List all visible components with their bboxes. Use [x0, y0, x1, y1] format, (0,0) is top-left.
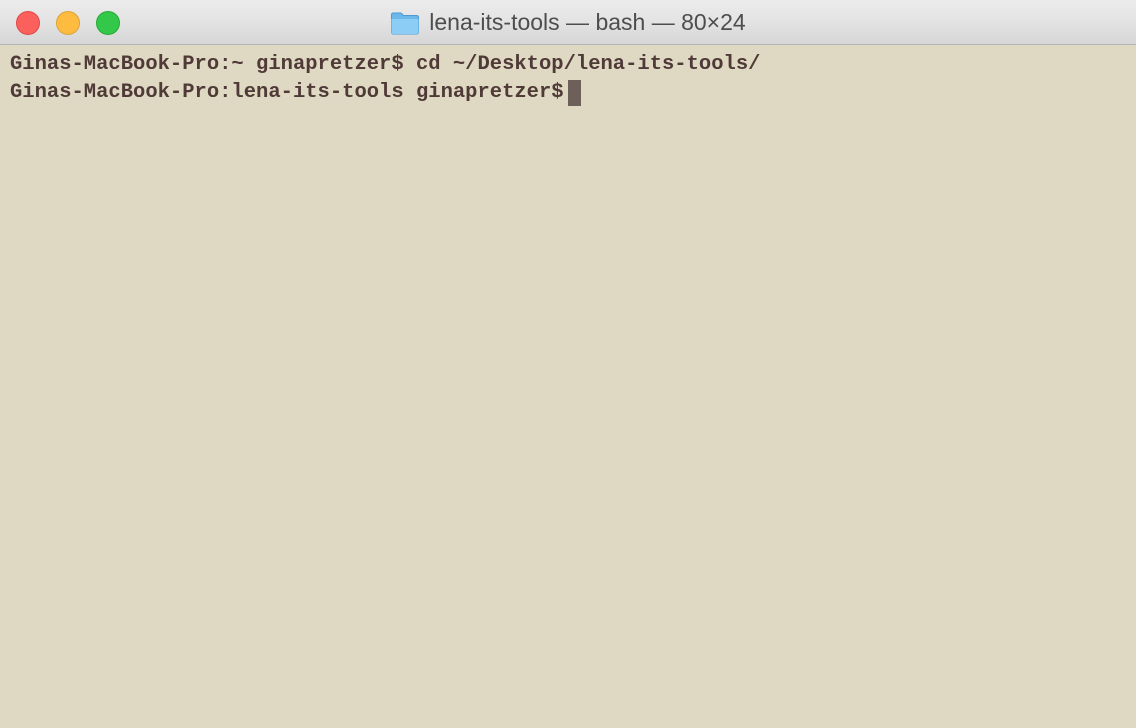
- window-title-group: lena-its-tools — bash — 80×24: [0, 0, 1136, 45]
- terminal-output-area[interactable]: Ginas-MacBook-Pro:~ ginapretzer$ cd ~/De…: [10, 51, 1126, 728]
- terminal-prompt-line: Ginas-MacBook-Pro:lena-its-tools ginapre…: [10, 79, 1126, 107]
- terminal-line: Ginas-MacBook-Pro:~ ginapretzer$ cd ~/De…: [10, 53, 761, 76]
- terminal-window: lena-its-tools — bash — 80×24 Ginas-MacB…: [0, 0, 1136, 728]
- terminal-prompt: Ginas-MacBook-Pro:lena-its-tools ginapre…: [10, 81, 564, 104]
- folder-icon: [391, 12, 420, 34]
- title-bar[interactable]: lena-its-tools — bash — 80×24: [0, 0, 1136, 45]
- text-cursor: [567, 80, 581, 106]
- window-title: lena-its-tools — bash — 80×24: [429, 9, 746, 35]
